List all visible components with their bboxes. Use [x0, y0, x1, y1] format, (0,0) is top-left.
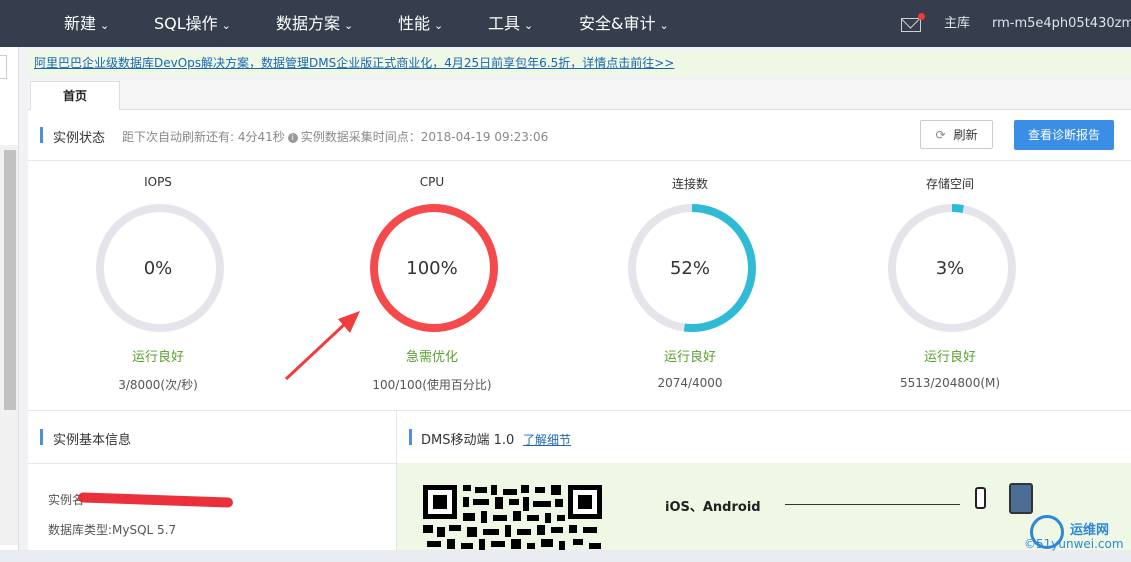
gauge-percent: 0%: [143, 258, 173, 279]
menu-data-solution-label: 数据方案: [276, 14, 341, 33]
gauge-storage: 存储空间 3% 运行良好 5513/204800(M): [820, 160, 1080, 410]
gauge-percent: 100%: [406, 258, 458, 279]
mobile-section: DMS移动端 1.0 了解细节 iOS、Android: [397, 410, 1131, 551]
refresh-button[interactable]: ⟳ 刷新: [920, 120, 993, 149]
gauge-label: CPU: [419, 175, 445, 189]
view-diagnosis-report-button[interactable]: 查看诊断报告: [1014, 120, 1114, 150]
gauge-percent: 3%: [935, 258, 965, 279]
chevron-down-icon: ⌄: [524, 19, 534, 32]
gauge-status: 运行良好: [663, 350, 716, 365]
menu-performance[interactable]: 性能 ⌄: [398, 0, 443, 47]
annotation-arrow: [284, 311, 360, 381]
connector-line: [785, 504, 960, 505]
menu-security-audit[interactable]: 安全&审计 ⌄: [579, 0, 669, 47]
basic-info-title: 实例基本信息: [53, 433, 132, 448]
menu-new[interactable]: 新建 ⌄: [64, 0, 109, 47]
section-marker: [40, 429, 43, 445]
gauge-label: 连接数: [671, 177, 708, 191]
instance-status-header: 实例状态 距下次自动刷新还有: 4分41秒 i 实例数据采集时间点：2018-04-…: [28, 110, 1131, 161]
tablet-icon: [1009, 483, 1033, 514]
refresh-countdown: 距下次自动刷新还有: 4分41秒 i 实例数据采集时间点：2018-04-19 09…: [122, 128, 548, 145]
gauge-detail: 2074/4000: [657, 376, 723, 390]
menu-sql-label: SQL操作: [154, 14, 218, 33]
gauge-label: IOPS: [144, 175, 172, 189]
bottom-bar: [0, 550, 1131, 562]
instance-selector[interactable]: rm-m5e4ph05t430zmlko: [992, 0, 1131, 47]
sidebar-toggle[interactable]: [0, 55, 7, 79]
chevron-down-icon: ⌄: [100, 19, 110, 32]
gauge-percent: 52%: [669, 258, 710, 279]
refresh-countdown-text: 距下次自动刷新还有: 4分41秒: [122, 130, 285, 144]
promo-link[interactable]: 阿里巴巴企业级数据库DevOps解决方案，数据管理DMS企业版正式商业化，4月2…: [34, 56, 674, 70]
learn-more-link[interactable]: 了解细节: [523, 431, 571, 448]
gauge-detail: 3/8000(次/秒): [118, 378, 198, 392]
collect-time: 实例数据采集时间点：2018-04-19 09:23:06: [300, 130, 549, 144]
chevron-down-icon: ⌄: [434, 19, 444, 32]
menu-security-audit-label: 安全&审计: [579, 14, 656, 33]
gauge-label: 存储空间: [925, 177, 974, 191]
menu-new-label: 新建: [64, 14, 97, 33]
divider: [28, 463, 396, 464]
chevron-down-icon: ⌄: [344, 19, 354, 32]
menu-tools-label: 工具: [488, 14, 521, 33]
gauge-connections: 连接数 52% 运行良好 2074/4000: [560, 160, 820, 410]
section-marker: [409, 429, 412, 445]
phone-icon: [975, 487, 986, 509]
gauge-iops: IOPS 0% 运行良好 3/8000(次/秒): [28, 160, 288, 410]
menu-data-solution[interactable]: 数据方案 ⌄: [276, 0, 353, 47]
menu-sql[interactable]: SQL操作 ⌄: [154, 0, 231, 47]
platforms-label: iOS、Android: [665, 500, 761, 515]
gauge-detail: 5513/204800(M): [899, 376, 1001, 390]
mail-icon[interactable]: [901, 13, 925, 32]
mobile-download-area: iOS、Android: [397, 463, 1131, 551]
watermark-sub: ©51yunwei.com: [1024, 537, 1124, 551]
refresh-icon: ⟳: [935, 128, 946, 142]
chevron-down-icon: ⌄: [659, 19, 669, 32]
status-title: 实例状态: [53, 131, 106, 146]
info-icon: i: [287, 132, 298, 143]
tab-home[interactable]: 首页: [30, 81, 120, 110]
role-label: 主库: [944, 16, 971, 31]
watermark-name: 运维网: [1070, 523, 1110, 538]
basic-info-section: 实例基本信息 实例名 数据库类型:MySQL 5.7: [28, 410, 397, 551]
mobile-title: DMS移动端 1.0: [421, 433, 515, 448]
refresh-label: 刷新: [953, 128, 978, 142]
qr-code-icon[interactable]: [423, 485, 605, 555]
menu-tools[interactable]: 工具 ⌄: [488, 0, 533, 47]
section-marker: [40, 127, 43, 143]
gauge-status: 运行良好: [923, 350, 976, 365]
top-navigation: 新建 ⌄ SQL操作 ⌄ 数据方案 ⌄ 性能 ⌄ 工具 ⌄ 安全&审计 ⌄ 主库 rm-m5…: [0, 0, 1131, 47]
promo-banner: 阿里巴巴企业级数据库DevOps解决方案，数据管理DMS企业版正式商业化，4月2…: [28, 50, 1131, 76]
menu-performance-label: 性能: [398, 14, 431, 33]
chevron-down-icon: ⌄: [221, 19, 231, 32]
notification-dot: [918, 13, 925, 20]
main-panel: 实例状态 距下次自动刷新还有: 4分41秒 i 实例数据采集时间点：2018-04-…: [28, 110, 1131, 551]
scrollbar-thumb[interactable]: [4, 150, 16, 410]
watermark-logo: 运维网 ©51yunwei.com: [1024, 515, 1124, 555]
redaction-mark: [77, 492, 234, 508]
db-type: 数据库类型:MySQL 5.7: [48, 523, 177, 537]
tab-bar: 首页: [28, 80, 1131, 110]
gauge-status: 运行良好: [131, 350, 184, 365]
